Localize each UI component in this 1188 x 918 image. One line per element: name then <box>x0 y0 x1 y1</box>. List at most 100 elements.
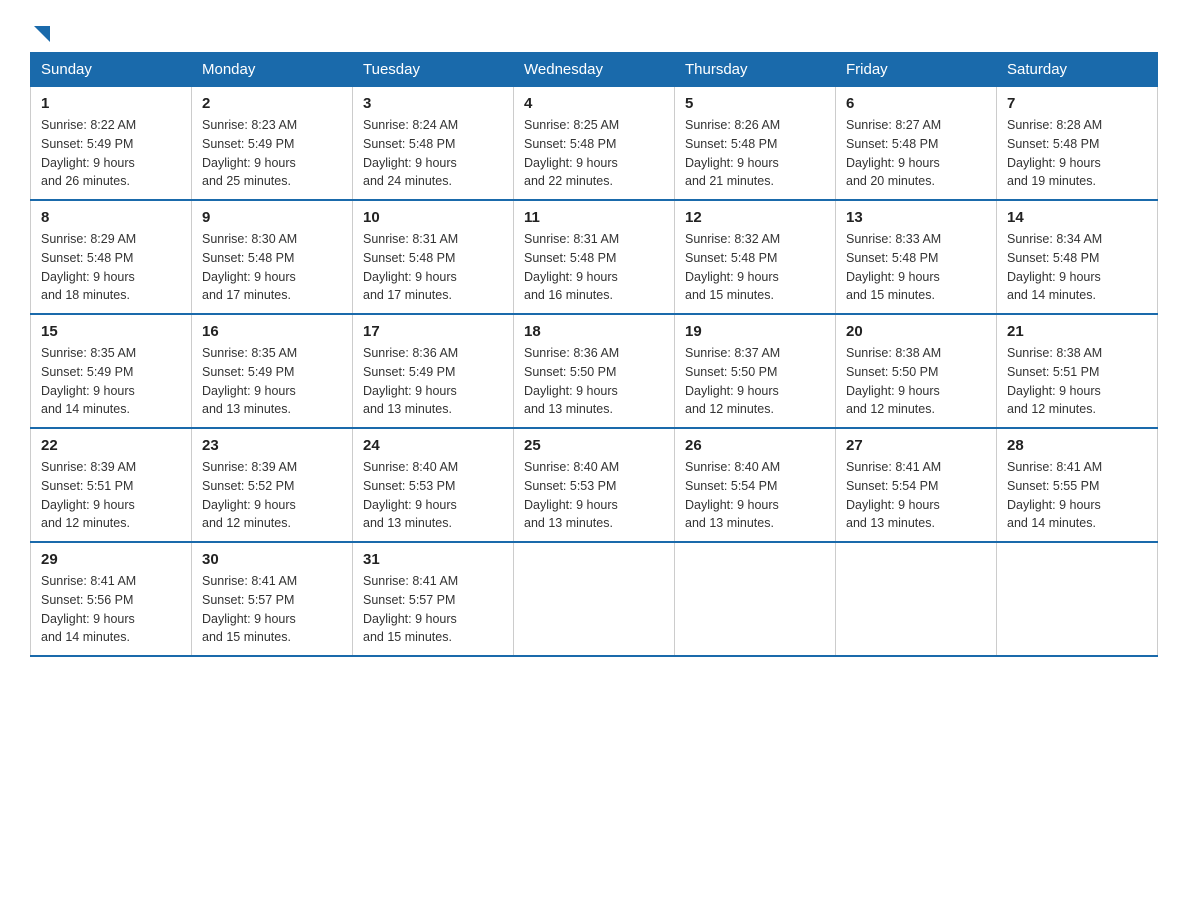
logo-triangle-icon <box>30 22 52 44</box>
day-number: 28 <box>1007 437 1147 454</box>
day-info: Sunrise: 8:41 AM Sunset: 5:57 PM Dayligh… <box>202 572 342 647</box>
day-number: 18 <box>524 323 664 340</box>
day-number: 2 <box>202 95 342 112</box>
day-info: Sunrise: 8:36 AM Sunset: 5:50 PM Dayligh… <box>524 344 664 419</box>
day-number: 11 <box>524 209 664 226</box>
day-number: 27 <box>846 437 986 454</box>
day-number: 14 <box>1007 209 1147 226</box>
day-info: Sunrise: 8:23 AM Sunset: 5:49 PM Dayligh… <box>202 116 342 191</box>
day-number: 19 <box>685 323 825 340</box>
day-number: 21 <box>1007 323 1147 340</box>
calendar-day-cell: 25 Sunrise: 8:40 AM Sunset: 5:53 PM Dayl… <box>514 428 675 542</box>
day-number: 4 <box>524 95 664 112</box>
day-info: Sunrise: 8:41 AM Sunset: 5:54 PM Dayligh… <box>846 458 986 533</box>
day-info: Sunrise: 8:31 AM Sunset: 5:48 PM Dayligh… <box>524 230 664 305</box>
day-number: 7 <box>1007 95 1147 112</box>
day-info: Sunrise: 8:39 AM Sunset: 5:52 PM Dayligh… <box>202 458 342 533</box>
day-number: 3 <box>363 95 503 112</box>
day-number: 9 <box>202 209 342 226</box>
day-of-week-header: Sunday <box>31 53 192 87</box>
calendar-day-cell: 21 Sunrise: 8:38 AM Sunset: 5:51 PM Dayl… <box>997 314 1158 428</box>
day-info: Sunrise: 8:27 AM Sunset: 5:48 PM Dayligh… <box>846 116 986 191</box>
day-info: Sunrise: 8:40 AM Sunset: 5:53 PM Dayligh… <box>524 458 664 533</box>
day-info: Sunrise: 8:39 AM Sunset: 5:51 PM Dayligh… <box>41 458 181 533</box>
calendar-day-cell: 23 Sunrise: 8:39 AM Sunset: 5:52 PM Dayl… <box>192 428 353 542</box>
calendar-day-cell: 3 Sunrise: 8:24 AM Sunset: 5:48 PM Dayli… <box>353 87 514 201</box>
calendar-day-cell: 7 Sunrise: 8:28 AM Sunset: 5:48 PM Dayli… <box>997 87 1158 201</box>
calendar-day-cell: 28 Sunrise: 8:41 AM Sunset: 5:55 PM Dayl… <box>997 428 1158 542</box>
calendar-day-cell <box>997 542 1158 656</box>
day-info: Sunrise: 8:38 AM Sunset: 5:50 PM Dayligh… <box>846 344 986 419</box>
day-info: Sunrise: 8:33 AM Sunset: 5:48 PM Dayligh… <box>846 230 986 305</box>
calendar-day-cell <box>675 542 836 656</box>
day-number: 5 <box>685 95 825 112</box>
day-info: Sunrise: 8:37 AM Sunset: 5:50 PM Dayligh… <box>685 344 825 419</box>
calendar-day-cell: 15 Sunrise: 8:35 AM Sunset: 5:49 PM Dayl… <box>31 314 192 428</box>
calendar-day-cell: 5 Sunrise: 8:26 AM Sunset: 5:48 PM Dayli… <box>675 87 836 201</box>
calendar-day-cell: 17 Sunrise: 8:36 AM Sunset: 5:49 PM Dayl… <box>353 314 514 428</box>
calendar-day-cell: 31 Sunrise: 8:41 AM Sunset: 5:57 PM Dayl… <box>353 542 514 656</box>
day-info: Sunrise: 8:28 AM Sunset: 5:48 PM Dayligh… <box>1007 116 1147 191</box>
calendar-day-cell: 2 Sunrise: 8:23 AM Sunset: 5:49 PM Dayli… <box>192 87 353 201</box>
calendar-week-row: 29 Sunrise: 8:41 AM Sunset: 5:56 PM Dayl… <box>31 542 1158 656</box>
day-number: 6 <box>846 95 986 112</box>
day-info: Sunrise: 8:25 AM Sunset: 5:48 PM Dayligh… <box>524 116 664 191</box>
day-number: 15 <box>41 323 181 340</box>
day-number: 31 <box>363 551 503 568</box>
calendar-day-cell: 27 Sunrise: 8:41 AM Sunset: 5:54 PM Dayl… <box>836 428 997 542</box>
day-number: 20 <box>846 323 986 340</box>
day-of-week-header: Tuesday <box>353 53 514 87</box>
calendar-header-row: SundayMondayTuesdayWednesdayThursdayFrid… <box>31 53 1158 87</box>
calendar-day-cell: 30 Sunrise: 8:41 AM Sunset: 5:57 PM Dayl… <box>192 542 353 656</box>
day-info: Sunrise: 8:32 AM Sunset: 5:48 PM Dayligh… <box>685 230 825 305</box>
day-info: Sunrise: 8:35 AM Sunset: 5:49 PM Dayligh… <box>41 344 181 419</box>
day-info: Sunrise: 8:22 AM Sunset: 5:49 PM Dayligh… <box>41 116 181 191</box>
calendar-week-row: 15 Sunrise: 8:35 AM Sunset: 5:49 PM Dayl… <box>31 314 1158 428</box>
day-of-week-header: Wednesday <box>514 53 675 87</box>
calendar-day-cell: 13 Sunrise: 8:33 AM Sunset: 5:48 PM Dayl… <box>836 200 997 314</box>
day-info: Sunrise: 8:41 AM Sunset: 5:55 PM Dayligh… <box>1007 458 1147 533</box>
day-number: 16 <box>202 323 342 340</box>
day-number: 8 <box>41 209 181 226</box>
calendar-day-cell: 29 Sunrise: 8:41 AM Sunset: 5:56 PM Dayl… <box>31 542 192 656</box>
logo <box>30 20 52 42</box>
day-number: 24 <box>363 437 503 454</box>
page-header <box>30 20 1158 42</box>
day-of-week-header: Thursday <box>675 53 836 87</box>
calendar-table: SundayMondayTuesdayWednesdayThursdayFrid… <box>30 52 1158 657</box>
calendar-day-cell: 8 Sunrise: 8:29 AM Sunset: 5:48 PM Dayli… <box>31 200 192 314</box>
day-info: Sunrise: 8:40 AM Sunset: 5:53 PM Dayligh… <box>363 458 503 533</box>
day-info: Sunrise: 8:41 AM Sunset: 5:57 PM Dayligh… <box>363 572 503 647</box>
day-info: Sunrise: 8:35 AM Sunset: 5:49 PM Dayligh… <box>202 344 342 419</box>
day-number: 10 <box>363 209 503 226</box>
day-number: 25 <box>524 437 664 454</box>
day-number: 30 <box>202 551 342 568</box>
calendar-day-cell: 19 Sunrise: 8:37 AM Sunset: 5:50 PM Dayl… <box>675 314 836 428</box>
calendar-day-cell: 11 Sunrise: 8:31 AM Sunset: 5:48 PM Dayl… <box>514 200 675 314</box>
day-info: Sunrise: 8:26 AM Sunset: 5:48 PM Dayligh… <box>685 116 825 191</box>
calendar-day-cell: 16 Sunrise: 8:35 AM Sunset: 5:49 PM Dayl… <box>192 314 353 428</box>
calendar-day-cell: 14 Sunrise: 8:34 AM Sunset: 5:48 PM Dayl… <box>997 200 1158 314</box>
calendar-day-cell: 24 Sunrise: 8:40 AM Sunset: 5:53 PM Dayl… <box>353 428 514 542</box>
calendar-day-cell: 10 Sunrise: 8:31 AM Sunset: 5:48 PM Dayl… <box>353 200 514 314</box>
day-number: 29 <box>41 551 181 568</box>
calendar-day-cell: 1 Sunrise: 8:22 AM Sunset: 5:49 PM Dayli… <box>31 87 192 201</box>
day-info: Sunrise: 8:40 AM Sunset: 5:54 PM Dayligh… <box>685 458 825 533</box>
day-number: 12 <box>685 209 825 226</box>
day-info: Sunrise: 8:31 AM Sunset: 5:48 PM Dayligh… <box>363 230 503 305</box>
calendar-week-row: 22 Sunrise: 8:39 AM Sunset: 5:51 PM Dayl… <box>31 428 1158 542</box>
day-info: Sunrise: 8:24 AM Sunset: 5:48 PM Dayligh… <box>363 116 503 191</box>
day-number: 22 <box>41 437 181 454</box>
day-number: 13 <box>846 209 986 226</box>
calendar-day-cell <box>514 542 675 656</box>
day-info: Sunrise: 8:29 AM Sunset: 5:48 PM Dayligh… <box>41 230 181 305</box>
calendar-week-row: 8 Sunrise: 8:29 AM Sunset: 5:48 PM Dayli… <box>31 200 1158 314</box>
day-number: 23 <box>202 437 342 454</box>
calendar-day-cell: 20 Sunrise: 8:38 AM Sunset: 5:50 PM Dayl… <box>836 314 997 428</box>
day-number: 26 <box>685 437 825 454</box>
calendar-day-cell <box>836 542 997 656</box>
calendar-day-cell: 18 Sunrise: 8:36 AM Sunset: 5:50 PM Dayl… <box>514 314 675 428</box>
day-info: Sunrise: 8:30 AM Sunset: 5:48 PM Dayligh… <box>202 230 342 305</box>
day-of-week-header: Friday <box>836 53 997 87</box>
calendar-day-cell: 6 Sunrise: 8:27 AM Sunset: 5:48 PM Dayli… <box>836 87 997 201</box>
